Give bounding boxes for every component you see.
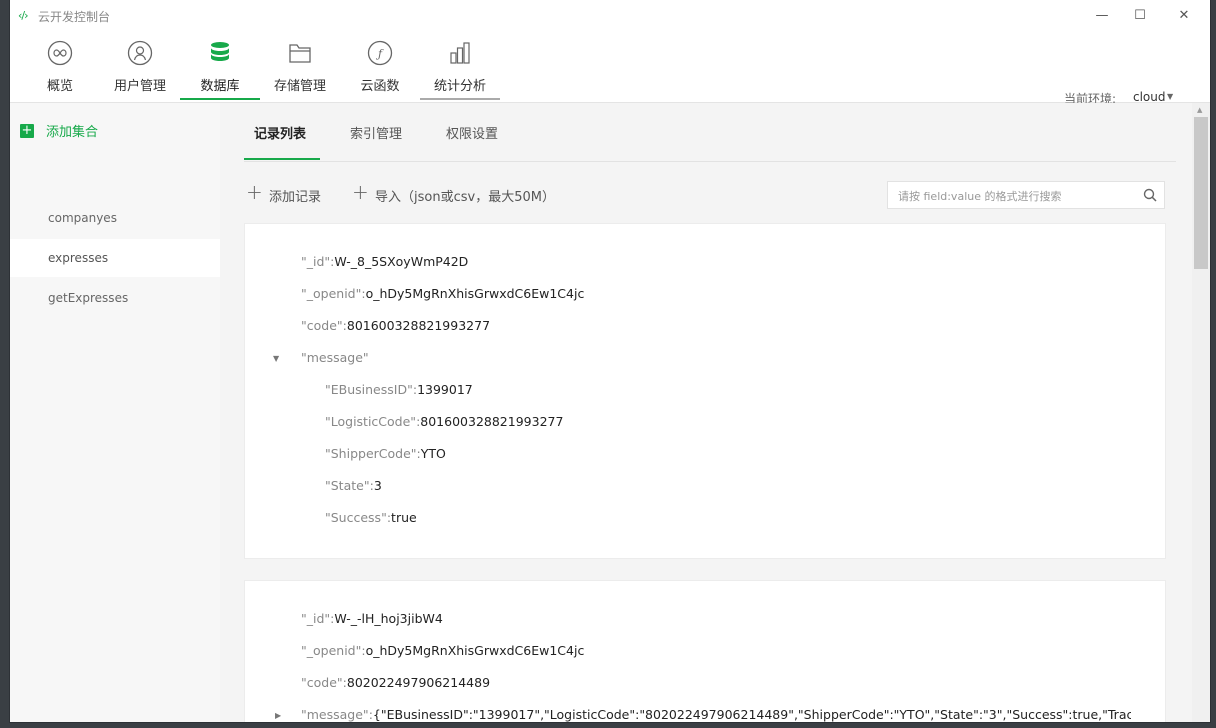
record-card[interactable]: "_id":W-_-lH_hoj3jibW4 "_openid":o_hDy5M…: [244, 580, 1166, 722]
field-value: 802022497906214489: [346, 675, 491, 690]
toolbar-label: 数据库: [200, 79, 240, 94]
toolbar-label: 概览: [46, 79, 73, 94]
tab-permission-settings[interactable]: 权限设置: [446, 123, 498, 142]
field-value: 1399017: [417, 382, 473, 397]
field-key: "Success": [325, 510, 387, 525]
import-label: 导入（json或csv，最大50M）: [375, 190, 555, 205]
toolbar-label: 云函数: [360, 79, 400, 94]
expand-caret-icon[interactable]: ▶: [275, 711, 281, 720]
chevron-down-icon[interactable]: ▼: [1167, 92, 1173, 101]
nested-field: "State":3: [325, 478, 382, 493]
plus-icon: +: [20, 122, 34, 138]
environment-select[interactable]: cloud: [1133, 90, 1166, 104]
toolbar-label: 用户管理: [113, 79, 166, 94]
field-value: W-_-lH_hoj3jibW4: [334, 611, 443, 626]
toolbar-statistics[interactable]: 统计分析: [420, 32, 500, 100]
field-value: 801600328821993277: [420, 414, 564, 429]
collection-item-active[interactable]: expresses: [10, 239, 220, 277]
window-title: 云开发控制台: [38, 10, 111, 24]
record-field: "_id":W-_-lH_hoj3jibW4: [301, 611, 443, 626]
nested-field: "EBusinessID":1399017: [325, 382, 473, 397]
field-key: "_id": [301, 611, 331, 626]
plus-icon: +: [352, 180, 369, 204]
field-value: o_hDy5MgRnXhisGrwxdC6Ew1C4jc: [365, 286, 585, 301]
search-placeholder: 请按 field:value 的格式进行搜索: [898, 190, 1062, 203]
toolbar-label: 存储管理: [273, 79, 326, 94]
close-button[interactable]: ✕: [1164, 4, 1204, 26]
tab-index-management[interactable]: 索引管理: [350, 123, 402, 142]
collection-item[interactable]: getExpresses: [10, 279, 220, 317]
field-key: "message": [301, 350, 369, 365]
record-search-input[interactable]: 请按 field:value 的格式进行搜索: [887, 181, 1165, 209]
record-field: "code":801600328821993277: [301, 318, 491, 333]
minimize-button[interactable]: —: [1082, 4, 1122, 26]
field-key: "State": [325, 478, 370, 493]
field-key: "_id": [301, 254, 331, 269]
function-icon: ƒ: [367, 40, 393, 66]
record-tabs: 记录列表 索引管理 权限设置: [244, 103, 1176, 162]
nested-field: "Success":true: [325, 510, 417, 525]
field-key: "_openid": [301, 643, 362, 658]
user-icon: [127, 40, 153, 66]
toolbar-database[interactable]: 数据库: [180, 32, 260, 100]
scrollbar-thumb[interactable]: [1194, 117, 1208, 269]
record-field: "_openid":o_hDy5MgRnXhisGrwxdC6Ew1C4jc: [301, 643, 585, 658]
toolbar-storage[interactable]: 存储管理: [268, 32, 332, 100]
record-field: "_id":W-_8_5SXoyWmP42D: [301, 254, 469, 269]
field-key: "code": [301, 318, 343, 333]
field-key: "_openid": [301, 286, 362, 301]
nested-field: "LogisticCode":801600328821993277: [325, 414, 564, 429]
add-record-label: 添加记录: [269, 190, 322, 205]
field-value: true: [391, 510, 417, 525]
search-icon[interactable]: [1143, 188, 1157, 202]
field-value: o_hDy5MgRnXhisGrwxdC6Ew1C4jc: [365, 643, 585, 658]
record-card[interactable]: "_id":W-_8_5SXoyWmP42D "_openid":o_hDy5M…: [244, 223, 1166, 559]
add-collection-button[interactable]: + 添加集合: [20, 121, 98, 140]
add-collection-label: 添加集合: [46, 125, 99, 140]
title-bar: ‹/› 云开发控制台 — ☐ ✕: [10, 0, 1210, 32]
active-tab-indicator: [244, 158, 320, 160]
field-value: YTO: [420, 446, 446, 461]
field-value: 801600328821993277: [346, 318, 491, 333]
app-logo-icon: ‹/›: [18, 9, 28, 22]
record-field: "code":802022497906214489: [301, 675, 491, 690]
hover-tool-indicator: [420, 98, 500, 100]
toolbar-user-management[interactable]: 用户管理: [108, 32, 172, 100]
field-value: W-_8_5SXoyWmP42D: [334, 254, 469, 269]
tab-record-list[interactable]: 记录列表: [254, 123, 306, 142]
record-field: "_openid":o_hDy5MgRnXhisGrwxdC6Ew1C4jc: [301, 286, 585, 301]
toolbar-label: 统计分析: [433, 79, 486, 94]
field-key: "message": [301, 707, 369, 722]
record-field: "message":{"EBusinessID":"1399017","Logi…: [301, 707, 1131, 722]
collection-item[interactable]: companyes: [10, 199, 220, 237]
bar-chart-icon: [450, 42, 470, 64]
maximize-button[interactable]: ☐: [1120, 4, 1160, 26]
console-window: ‹/› 云开发控制台 — ☐ ✕ 概览 用户管理 数据库 存储管理 ƒ 云函数 …: [10, 0, 1210, 722]
field-value: {"EBusinessID":"1399017","LogisticCode":…: [372, 707, 1131, 722]
field-key: "LogisticCode": [325, 414, 417, 429]
field-key: "code": [301, 675, 343, 690]
main-toolbar: 概览 用户管理 数据库 存储管理 ƒ 云函数 统计分析 当前环境: cloud …: [10, 32, 1210, 106]
folder-icon: [289, 44, 311, 63]
vertical-scrollbar[interactable]: ▲: [1192, 103, 1210, 722]
toolbar-overview[interactable]: 概览: [30, 32, 90, 100]
database-icon: [211, 42, 229, 61]
toolbar-cloud-functions[interactable]: ƒ 云函数: [350, 32, 410, 100]
record-field: "message": [301, 350, 369, 365]
svg-text:ƒ: ƒ: [375, 48, 384, 61]
plus-icon: +: [246, 180, 263, 204]
collection-sidebar: + 添加集合 companyes expresses getExpresses: [10, 103, 220, 722]
field-key: "EBusinessID": [325, 382, 413, 397]
field-key: "ShipperCode": [325, 446, 417, 461]
nested-field: "ShipperCode":YTO: [325, 446, 446, 461]
scroll-up-icon[interactable]: ▲: [1197, 106, 1202, 114]
main-panel: 记录列表 索引管理 权限设置 + 添加记录 + 导入（json或csv，最大50…: [220, 103, 1192, 722]
infinity-icon: [47, 40, 73, 66]
active-tool-indicator: [180, 98, 260, 100]
field-value: 3: [373, 478, 382, 493]
collapse-caret-icon[interactable]: ▼: [273, 354, 279, 363]
